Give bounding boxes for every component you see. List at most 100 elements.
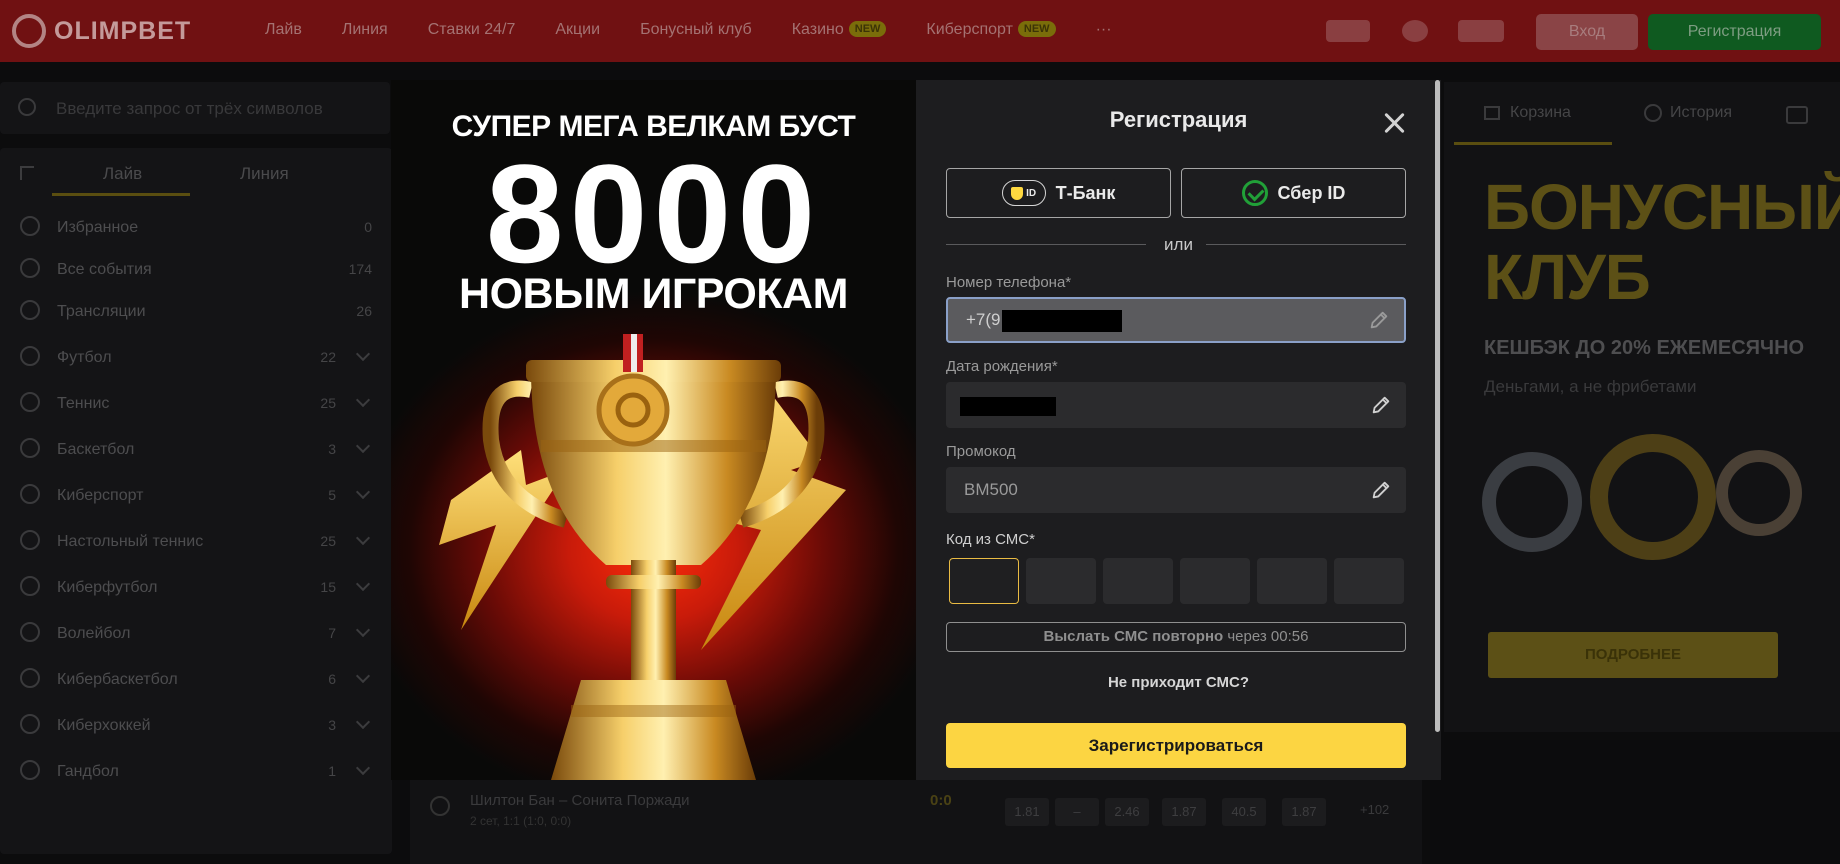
tab-line[interactable]: Линия [240,164,289,184]
theme-toggle-icon[interactable] [1458,20,1504,42]
tbank-id-text: ID [1026,187,1037,199]
nav-item[interactable]: ··· [1096,21,1112,39]
register-submit-button[interactable]: Зарегистрироваться [946,723,1406,768]
nav-item[interactable]: Бонусный клуб [640,21,752,39]
sms-code-cell[interactable] [1334,558,1404,604]
register-header-button[interactable]: Регистрация [1648,14,1821,50]
sidebar-item[interactable]: Настольный теннис 25 [0,522,392,562]
nav-item[interactable]: Казино NEW [792,21,887,39]
chevron-down-icon[interactable] [355,530,371,546]
chevron-down-icon[interactable] [355,760,371,776]
sms-code-cell[interactable] [1257,558,1327,604]
match-teams[interactable]: Шилтон Бан – Сонита Поржади [470,792,690,809]
modal-scrollbar[interactable] [1435,80,1440,732]
close-icon[interactable] [1381,110,1407,136]
sidebar-item-label: Гандбол [57,763,119,780]
chevron-down-icon[interactable] [355,576,371,592]
sidebar-item[interactable]: Волейбол 7 [0,614,392,654]
odds-button[interactable]: 1.87 [1282,798,1326,826]
chevron-down-icon[interactable] [355,438,371,454]
favorite-icon[interactable] [430,796,450,816]
nav-item[interactable]: Киберспорт NEW [926,21,1056,39]
phone-label: Номер телефона* [946,274,1072,291]
registration-form: Регистрация ID Т-Банк Сбер ID или Номер … [916,80,1441,780]
nav-item-label: Акции [555,21,601,38]
sidebar-item[interactable]: Киберхоккей 3 [0,706,392,746]
tbank-button[interactable]: ID Т-Банк [946,168,1171,218]
more-odds[interactable]: +102 [1360,802,1389,817]
sms-code-cell[interactable] [1103,558,1173,604]
chevron-down-icon[interactable] [355,484,371,500]
search-bar[interactable]: Введите запрос от трёх символов [0,82,390,134]
search-placeholder: Введите запрос от трёх символов [56,99,323,118]
tab-history[interactable]: История [1670,104,1732,122]
nav-item[interactable]: Акции [555,21,600,39]
sidebar-item[interactable]: Баскетбол 3 [0,430,392,470]
phone-value: +7(9 [966,310,1001,329]
sidebar-item[interactable]: Гандбол 1 [0,752,392,792]
redacted-birthdate [960,397,1056,416]
chevron-down-icon[interactable] [355,392,371,408]
expand-icon[interactable] [1786,106,1808,124]
nav-item-label: ··· [1095,21,1112,38]
edit-pencil-icon[interactable] [1368,309,1390,331]
logo-ring-icon [12,14,46,48]
sidebar-item-count: 7 [328,625,336,641]
promocode-label: Промокод [946,443,1016,460]
no-sms-link[interactable]: Не приходит СМС? [916,674,1441,691]
odds-button[interactable]: 2.46 [1105,798,1149,826]
sidebar-item-count: 174 [348,261,372,277]
phone-field[interactable]: +7(9 [946,297,1406,343]
sidebar-item-label: Кибербаскетбол [57,671,178,688]
chevron-down-icon[interactable] [355,714,371,730]
birthdate-field[interactable] [946,382,1406,428]
sidebar-item[interactable]: Теннис 25 [0,384,392,424]
sms-code-label: Код из СМС* [946,531,1035,548]
sidebar-item-label: Настольный теннис [57,533,204,550]
sidebar-item[interactable]: Киберфутбол 15 [0,568,392,608]
tab-live[interactable]: Лайв [103,164,142,184]
edit-pencil-icon[interactable] [1370,479,1392,501]
login-button[interactable]: Вход [1536,14,1638,50]
sidebar-item[interactable]: Кибербаскетбол 6 [0,660,392,700]
sidebar-item-count: 6 [328,671,336,687]
resend-sms-button[interactable]: Выслать СМС повторно через 00:56 [946,622,1406,652]
nav-item[interactable]: Ставки 24/7 [428,21,516,39]
odds-button[interactable]: 1.87 [1162,798,1206,826]
tbank-shield-icon [1011,186,1024,200]
sms-code-cell[interactable] [1026,558,1096,604]
promocode-field[interactable]: BM500 [946,467,1406,513]
chevron-down-icon[interactable] [355,346,371,362]
collapse-icon[interactable] [20,166,34,180]
sidebar-item[interactable]: Избранное 0 [0,208,392,248]
tab-cart[interactable]: Корзина [1510,104,1571,122]
odds-button[interactable]: 1.81 [1005,798,1049,826]
chevron-down-icon[interactable] [355,622,371,638]
basketball-icon [20,438,40,458]
odds-button[interactable]: 40.5 [1222,798,1266,826]
nav-item[interactable]: Лайв [265,21,302,39]
sidebar-item[interactable]: Футбол 22 [0,338,392,378]
star-icon [20,216,40,236]
brand-logo[interactable]: OLIMPBET [12,14,191,48]
sber-id-button[interactable]: Сбер ID [1181,168,1406,218]
sidebar-item[interactable]: Трансляции 26 [0,292,392,332]
table-tennis-icon [20,530,40,550]
odds-button[interactable]: – [1055,798,1099,826]
sms-code-cell[interactable] [1180,558,1250,604]
sidebar-item-count: 3 [328,441,336,457]
nav-item[interactable]: Линия [342,21,388,39]
language-icon[interactable] [1326,20,1370,42]
sidebar-item[interactable]: Киберспорт 5 [0,476,392,516]
bonus-text: Деньгами, а не фрибетами [1484,377,1697,396]
more-button[interactable]: ПОДРОБНЕЕ [1488,632,1778,678]
gamepad-icon [20,576,40,596]
chevron-down-icon[interactable] [355,668,371,684]
sms-code-cell[interactable] [949,558,1019,604]
new-badge: NEW [848,21,887,37]
sidebar-item-count: 1 [328,763,336,779]
edit-pencil-icon[interactable] [1370,394,1392,416]
notification-bell-icon[interactable] [1402,20,1428,42]
sidebar-item[interactable]: Все события 174 [0,250,392,290]
sidebar-item-count: 3 [328,717,336,733]
